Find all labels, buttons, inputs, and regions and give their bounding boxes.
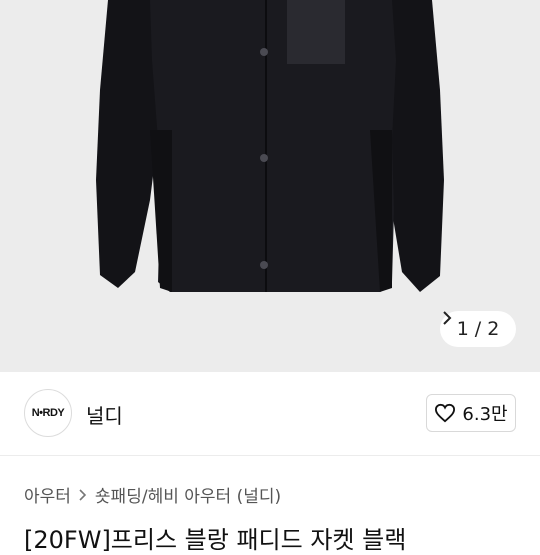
- breadcrumb-item-outer[interactable]: 아우터: [24, 482, 71, 507]
- chevron-right-icon: [79, 488, 87, 501]
- product-title: [20FW]프리스 블랑 패디드 자켓 블랙: [24, 526, 407, 554]
- like-count: 6.3만: [462, 404, 508, 425]
- pager-separator: /: [474, 318, 482, 340]
- seller-logo: N•RDY: [31, 407, 65, 419]
- breadcrumb-item-padding[interactable]: 숏패딩/헤비 아우터 (널디): [95, 482, 281, 507]
- product-image-viewer[interactable]: 1 / 2: [0, 0, 540, 372]
- image-pager[interactable]: 1 / 2: [440, 311, 516, 347]
- chevron-right-icon: [443, 311, 452, 325]
- pager-current: 1: [456, 318, 469, 340]
- like-button[interactable]: 6.3만: [426, 394, 516, 432]
- pager-total: 2: [487, 318, 500, 340]
- heart-icon: [435, 403, 456, 423]
- seller-row: N•RDY 널디 6.3만: [0, 372, 540, 456]
- seller-name[interactable]: 널디: [86, 400, 123, 429]
- breadcrumb: 아우터 숏패딩/헤비 아우터 (널디): [24, 482, 281, 507]
- seller-avatar[interactable]: N•RDY: [24, 389, 72, 437]
